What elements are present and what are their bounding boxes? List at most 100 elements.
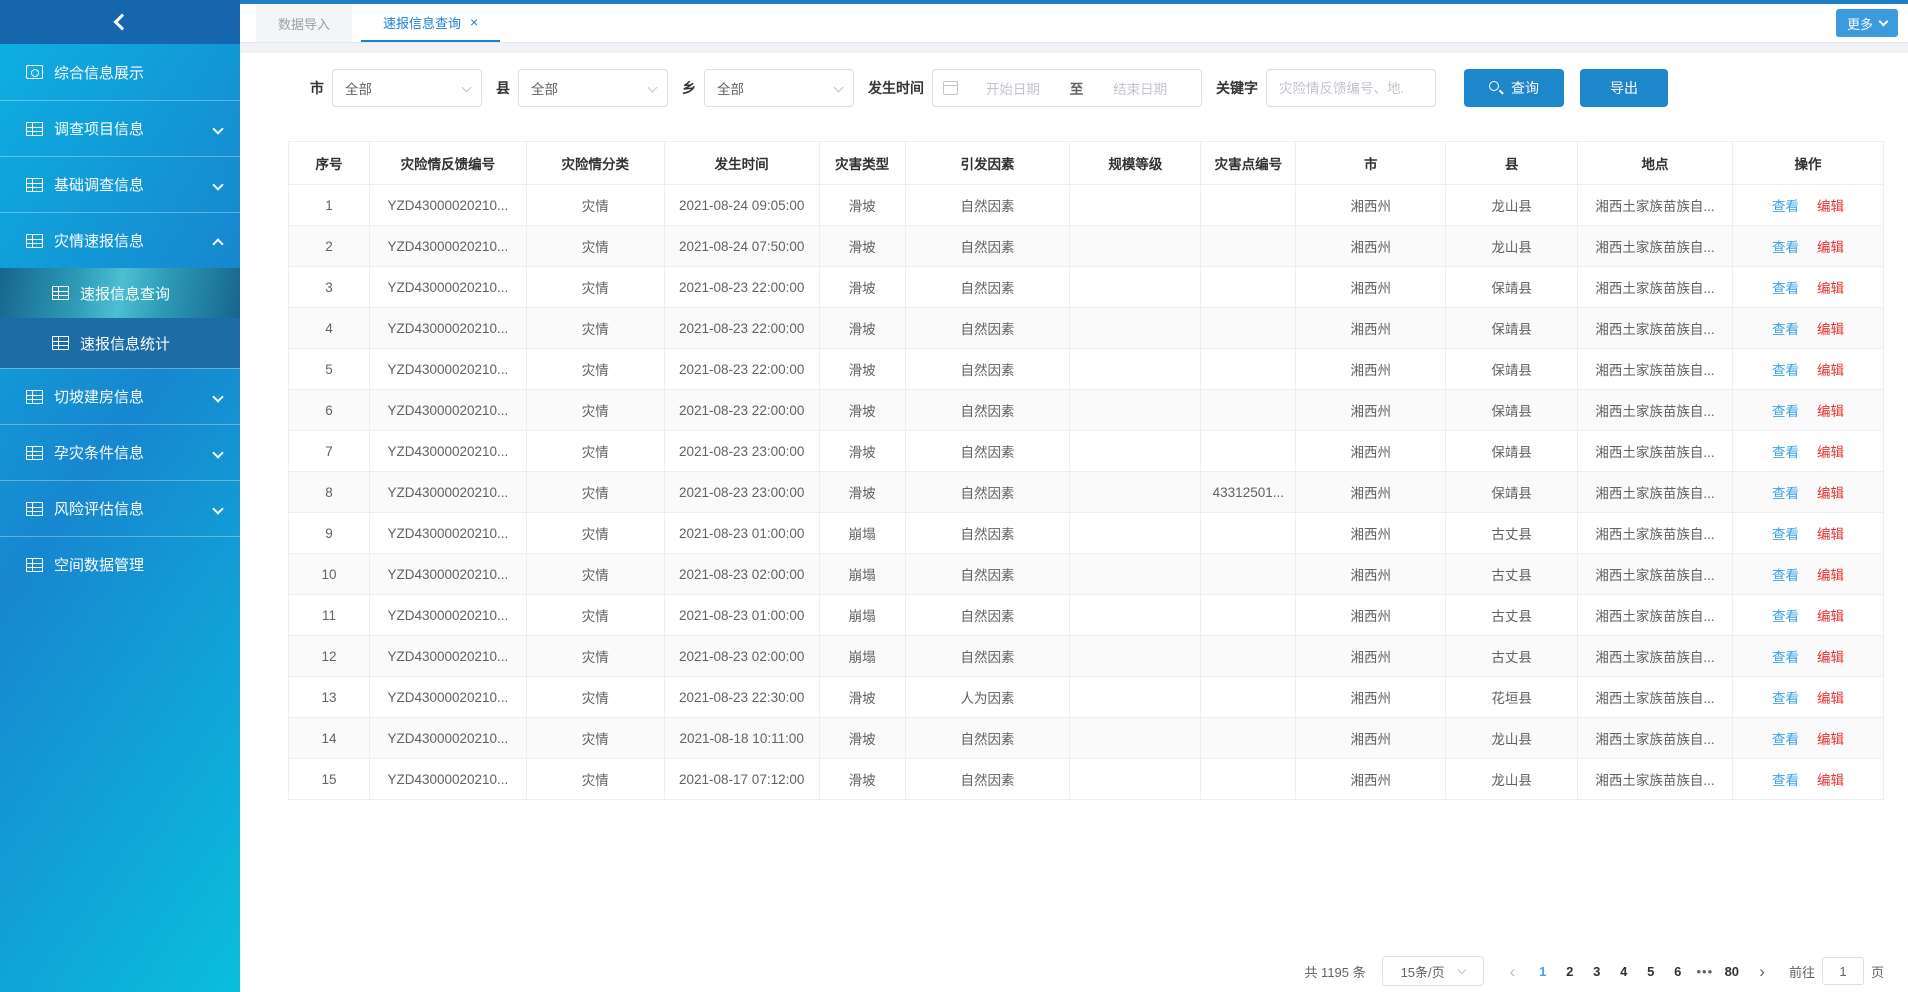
table-cell: 龙山县 (1446, 718, 1578, 759)
view-link[interactable]: 查看 (1772, 732, 1799, 747)
more-button[interactable]: 更多 (1836, 9, 1898, 37)
edit-link[interactable]: 编辑 (1817, 650, 1844, 665)
page-number-6[interactable]: 6 (1664, 964, 1691, 979)
sidebar-item-7[interactable]: 孕灾条件信息 (0, 424, 240, 480)
table-body: 1YZD43000020210...灾情2021-08-24 09:05:00滑… (289, 185, 1884, 800)
view-link[interactable]: 查看 (1772, 650, 1799, 665)
edit-link[interactable]: 编辑 (1817, 281, 1844, 296)
view-link[interactable]: 查看 (1772, 609, 1799, 624)
page-number-2[interactable]: 2 (1556, 964, 1583, 979)
table-row: 1YZD43000020210...灾情2021-08-24 09:05:00滑… (289, 185, 1884, 226)
view-link[interactable]: 查看 (1772, 773, 1799, 788)
edit-link[interactable]: 编辑 (1817, 609, 1844, 624)
next-page-icon[interactable]: › (1751, 963, 1773, 980)
edit-link[interactable]: 编辑 (1817, 527, 1844, 542)
goto-page: 前往 页 (1789, 957, 1884, 985)
edit-link[interactable]: 编辑 (1817, 486, 1844, 501)
view-link[interactable]: 查看 (1772, 240, 1799, 255)
sidebar-item-8[interactable]: 风险评估信息 (0, 480, 240, 536)
prev-page-icon[interactable]: ‹ (1502, 963, 1524, 980)
table-cell (1070, 513, 1201, 554)
grid-icon (26, 390, 43, 404)
table-cell: 湘西土家族苗族自... (1578, 349, 1733, 390)
table-cell: 7 (289, 431, 370, 472)
page-number-5[interactable]: 5 (1637, 964, 1664, 979)
table-cell: YZD43000020210... (369, 267, 526, 308)
sidebar-collapse-button[interactable] (0, 0, 240, 44)
table-cell: YZD43000020210... (369, 226, 526, 267)
table-header-row: 序号灾险情反馈编号灾险情分类发生时间灾害类型引发因素规模等级灾害点编号市县地点操… (289, 142, 1884, 185)
table-cell: 2021-08-18 10:11:00 (664, 718, 819, 759)
sidebar-item-6[interactable]: 切坡建房信息 (0, 368, 240, 424)
sidebar-item-4[interactable]: 速报信息查询 (0, 268, 240, 318)
table-cell: 灾情 (526, 718, 664, 759)
edit-link[interactable]: 编辑 (1817, 322, 1844, 337)
sidebar-item-label: 调查项目信息 (54, 118, 144, 139)
tab-label: 速报信息查询 (383, 13, 461, 32)
chevron-down-icon (648, 83, 658, 93)
start-date-placeholder[interactable]: 开始日期 (962, 78, 1064, 98)
page-number-4[interactable]: 4 (1610, 964, 1637, 979)
end-date-placeholder[interactable]: 结束日期 (1089, 78, 1191, 98)
sidebar-item-9[interactable]: 空间数据管理 (0, 536, 240, 592)
view-link[interactable]: 查看 (1772, 568, 1799, 583)
export-button[interactable]: 导出 (1580, 69, 1668, 107)
table-cell: YZD43000020210... (369, 554, 526, 595)
table-cell: 2021-08-23 22:00:00 (664, 308, 819, 349)
goto-page-input[interactable] (1822, 957, 1864, 985)
total-count: 共 1195 条 (1304, 962, 1365, 981)
close-icon[interactable]: × (470, 15, 478, 29)
table-cell: 滑坡 (819, 677, 905, 718)
table-cell: 2 (289, 226, 370, 267)
edit-link[interactable]: 编辑 (1817, 445, 1844, 460)
township-select[interactable]: 全部 (704, 69, 854, 107)
page-number-3[interactable]: 3 (1583, 964, 1610, 979)
view-link[interactable]: 查看 (1772, 691, 1799, 706)
page-size-select[interactable]: 15条/页 (1382, 956, 1484, 986)
edit-link[interactable]: 编辑 (1817, 568, 1844, 583)
edit-link[interactable]: 编辑 (1817, 240, 1844, 255)
view-link[interactable]: 查看 (1772, 527, 1799, 542)
table-row: 8YZD43000020210...灾情2021-08-23 23:00:00滑… (289, 472, 1884, 513)
date-range-picker[interactable]: 开始日期 至 结束日期 (932, 69, 1202, 107)
view-link[interactable]: 查看 (1772, 199, 1799, 214)
sidebar-item-1[interactable]: 调查项目信息 (0, 100, 240, 156)
edit-link[interactable]: 编辑 (1817, 404, 1844, 419)
table-row: 10YZD43000020210...灾情2021-08-23 02:00:00… (289, 554, 1884, 595)
edit-link[interactable]: 编辑 (1817, 363, 1844, 378)
view-link[interactable]: 查看 (1772, 404, 1799, 419)
edit-link[interactable]: 编辑 (1817, 773, 1844, 788)
edit-link[interactable]: 编辑 (1817, 199, 1844, 214)
table-cell (1201, 267, 1296, 308)
search-button[interactable]: 查询 (1464, 69, 1564, 107)
page-number-1[interactable]: 1 (1529, 964, 1556, 979)
tab-report-query[interactable]: 速报信息查询 × (361, 4, 500, 42)
chevron-down-icon (212, 503, 223, 514)
table-cell: 湘西土家族苗族自... (1578, 636, 1733, 677)
table-cell: 2021-08-23 02:00:00 (664, 554, 819, 595)
sidebar-item-3[interactable]: 灾情速报信息 (0, 212, 240, 268)
view-link[interactable]: 查看 (1772, 322, 1799, 337)
table-cell: 崩塌 (819, 513, 905, 554)
keyword-input[interactable] (1266, 69, 1436, 107)
sidebar-item-0[interactable]: 综合信息展示 (0, 44, 240, 100)
view-link[interactable]: 查看 (1772, 281, 1799, 296)
sidebar-item-5[interactable]: 速报信息统计 (0, 318, 240, 368)
view-link[interactable]: 查看 (1772, 486, 1799, 501)
page-number-80[interactable]: 80 (1718, 964, 1745, 979)
view-link[interactable]: 查看 (1772, 363, 1799, 378)
table-cell: 2021-08-23 22:00:00 (664, 267, 819, 308)
edit-link[interactable]: 编辑 (1817, 732, 1844, 747)
county-select[interactable]: 全部 (518, 69, 668, 107)
sidebar-item-2[interactable]: 基础调查信息 (0, 156, 240, 212)
table-cell (1201, 226, 1296, 267)
city-select[interactable]: 全部 (332, 69, 482, 107)
table-cell: 湘西土家族苗族自... (1578, 554, 1733, 595)
view-link[interactable]: 查看 (1772, 445, 1799, 460)
table-cell: 保靖县 (1446, 308, 1578, 349)
more-pages-icon[interactable]: ••• (1691, 964, 1718, 979)
tab-data-import[interactable]: 数据导入 (256, 4, 352, 42)
tab-label: 数据导入 (278, 14, 330, 33)
edit-link[interactable]: 编辑 (1817, 691, 1844, 706)
table-cell: 2021-08-24 09:05:00 (664, 185, 819, 226)
